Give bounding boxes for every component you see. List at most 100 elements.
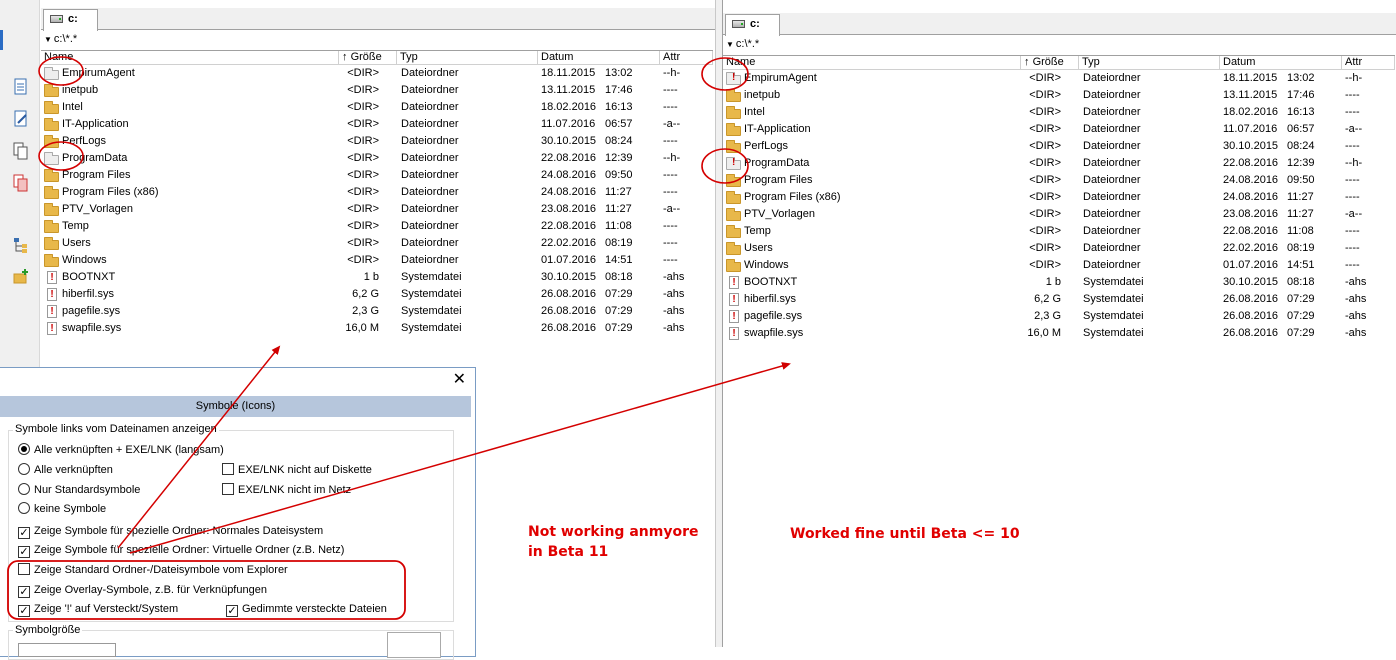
check-overlay-icons[interactable]: ✓ Zeige Overlay-Symbole, z.B. für Verknüp… xyxy=(18,583,267,599)
file-time: 12:39 xyxy=(605,152,633,164)
file-row[interactable]: ! BOOTNXT 1 b Systemdatei 30.10.2015 08:18 -ah… xyxy=(723,274,1395,291)
checkbox[interactable]: ✓ xyxy=(18,605,30,617)
file-row[interactable]: inetpub <DIR> Dateiordner 13.11.2015 17:46 --… xyxy=(723,87,1395,104)
file-list: ! EmpirumAgent <DIR> Dateiordner 18.11.2015 1… xyxy=(723,70,1395,342)
check-explorer-icons[interactable]: Zeige Standard Ordner-/Dateisymbole vom … xyxy=(18,563,288,579)
file-row[interactable]: Users <DIR> Dateiordner 22.02.2016 08:19 ---- xyxy=(723,240,1395,257)
radio-button[interactable] xyxy=(18,483,30,495)
file-row[interactable]: ! swapfile.sys 16,0 M Systemdatei 26.08.2016… xyxy=(723,325,1395,342)
chevron-down-icon[interactable]: ▼ xyxy=(44,35,52,44)
file-row[interactable]: IT-Application <DIR> Dateiordner 11.07.2016… xyxy=(41,116,713,133)
column-attr[interactable]: Attr xyxy=(660,51,713,65)
checkbox[interactable] xyxy=(222,483,234,495)
panel-separator[interactable] xyxy=(715,0,722,647)
file-row[interactable]: ! hiberfil.sys 6,2 G Systemdatei 26.08.2016 0… xyxy=(723,291,1395,308)
file-time: 07:29 xyxy=(605,322,633,334)
drive-tab[interactable]: c: xyxy=(43,9,98,31)
radio-standard-only[interactable]: Nur Standardsymbole xyxy=(18,483,140,499)
column-size[interactable]: ↑ Größe xyxy=(1021,56,1079,70)
check-exclamation-hidden[interactable]: ✓ Zeige '!' auf Versteckt/System xyxy=(18,602,178,618)
check-exe-not-floppy[interactable]: EXE/LNK nicht auf Diskette xyxy=(222,463,372,479)
radio-button[interactable] xyxy=(18,443,30,455)
column-name[interactable]: Name xyxy=(723,56,1021,70)
file-date: 26.08.2016 xyxy=(541,288,597,300)
file-attr: ---- xyxy=(663,254,678,266)
radio-button[interactable] xyxy=(18,502,30,514)
file-row[interactable]: Program Files (x86) <DIR> Dateiordner 24.08… xyxy=(41,184,713,201)
file-row[interactable]: Program Files <DIR> Dateiordner 24.08.2016 0… xyxy=(723,172,1395,189)
check-special-folders-fs[interactable]: ✓ Zeige Symbole für spezielle Ordner: Nor… xyxy=(18,524,323,540)
edit-document-icon[interactable] xyxy=(13,110,29,128)
file-row[interactable]: inetpub <DIR> Dateiordner 13.11.2015 17:46 --… xyxy=(41,82,713,99)
file-row[interactable]: Temp <DIR> Dateiordner 22.08.2016 11:08 ---- xyxy=(41,218,713,235)
check-exe-not-network[interactable]: EXE/LNK nicht im Netz xyxy=(222,483,351,499)
checkbox[interactable] xyxy=(222,463,234,475)
column-date[interactable]: Datum xyxy=(538,51,660,65)
file-attr: ---- xyxy=(1345,174,1360,186)
file-time: 17:46 xyxy=(1287,89,1315,101)
column-type[interactable]: Typ xyxy=(1079,56,1220,70)
column-size[interactable]: ↑ Größe xyxy=(339,51,397,65)
file-row[interactable]: ! swapfile.sys 16,0 M Systemdatei 26.08.2016… xyxy=(41,320,713,337)
checkbox[interactable] xyxy=(18,563,30,575)
file-row[interactable]: Intel <DIR> Dateiordner 18.02.2016 16:13 ---- xyxy=(41,99,713,116)
file-row[interactable]: ! hiberfil.sys 6,2 G Systemdatei 26.08.2016 0… xyxy=(41,286,713,303)
file-type: Dateiordner xyxy=(401,169,459,181)
symbol-size-field[interactable] xyxy=(18,643,116,657)
file-row[interactable]: PerfLogs <DIR> Dateiordner 30.10.2015 08:24 -… xyxy=(41,133,713,150)
drive-tab[interactable]: c: xyxy=(725,14,780,36)
file-row[interactable]: Intel <DIR> Dateiordner 18.02.2016 16:13 ---- xyxy=(723,104,1395,121)
new-folder-icon[interactable] xyxy=(13,268,29,286)
column-type[interactable]: Typ xyxy=(397,51,538,65)
close-icon[interactable]: ✕ xyxy=(453,372,466,388)
column-date[interactable]: Datum xyxy=(1220,56,1342,70)
file-row[interactable]: IT-Application <DIR> Dateiordner 11.07.2016… xyxy=(723,121,1395,138)
file-time: 11:27 xyxy=(605,186,632,198)
file-size: 2,3 G xyxy=(1034,310,1061,322)
file-date: 22.08.2016 xyxy=(1223,225,1279,237)
file-row[interactable]: PerfLogs <DIR> Dateiordner 30.10.2015 08:24 -… xyxy=(723,138,1395,155)
file-row[interactable]: EmpirumAgent <DIR> Dateiordner 18.11.2015 13… xyxy=(41,65,713,82)
file-row[interactable]: PTV_Vorlagen <DIR> Dateiordner 23.08.2016 11… xyxy=(41,201,713,218)
checkbox[interactable]: ✓ xyxy=(226,605,238,617)
file-row[interactable]: ! EmpirumAgent <DIR> Dateiordner 18.11.2015 1… xyxy=(723,70,1395,87)
file-type: Dateiordner xyxy=(401,254,459,266)
check-special-folders-virtual[interactable]: ✓ Zeige Symbole für spezielle Ordner: Vir… xyxy=(18,543,344,559)
column-name[interactable]: Name xyxy=(41,51,339,65)
check-dimmed-hidden[interactable]: ✓ Gedimmte versteckte Dateien xyxy=(226,602,387,618)
checkbox[interactable]: ✓ xyxy=(18,527,30,539)
path-bar[interactable]: ▼ c:\*.* xyxy=(41,33,77,49)
file-type: Dateiordner xyxy=(401,118,459,130)
file-row[interactable]: ! ProgramData <DIR> Dateiordner 22.08.2016 12… xyxy=(723,155,1395,172)
checkbox[interactable]: ✓ xyxy=(18,546,30,558)
file-row[interactable]: Users <DIR> Dateiordner 22.02.2016 08:19 ---- xyxy=(41,235,713,252)
folder-icon xyxy=(44,135,59,148)
checkbox[interactable]: ✓ xyxy=(18,586,30,598)
column-attr[interactable]: Attr xyxy=(1342,56,1395,70)
copy-icon[interactable] xyxy=(13,142,29,160)
file-row[interactable]: Temp <DIR> Dateiordner 22.08.2016 11:08 ---- xyxy=(723,223,1395,240)
file-row[interactable]: ! BOOTNXT 1 b Systemdatei 30.10.2015 08:18 -ah… xyxy=(41,269,713,286)
radio-no-symbols[interactable]: keine Symbole xyxy=(18,502,106,518)
file-row[interactable]: Program Files (x86) <DIR> Dateiordner 24.08… xyxy=(723,189,1395,206)
file-row[interactable]: PTV_Vorlagen <DIR> Dateiordner 23.08.2016 11… xyxy=(723,206,1395,223)
file-row[interactable]: Windows <DIR> Dateiordner 01.07.2016 14:51 --… xyxy=(723,257,1395,274)
checkbox-label: EXE/LNK nicht im Netz xyxy=(238,484,352,496)
file-row[interactable]: ! pagefile.sys 2,3 G Systemdatei 26.08.2016 0… xyxy=(723,308,1395,325)
radio-label: keine Symbole xyxy=(34,503,107,515)
file-row[interactable]: Program Files <DIR> Dateiordner 24.08.2016 0… xyxy=(41,167,713,184)
document-icon[interactable] xyxy=(13,78,29,96)
checkbox-label: Zeige Standard Ordner-/Dateisymbole vom … xyxy=(34,564,288,576)
radio-all-linked-exe[interactable]: Alle verknüpften + EXE/LNK (langsam) xyxy=(18,443,224,459)
radio-button[interactable] xyxy=(18,463,30,475)
file-row[interactable]: ProgramData <DIR> Dateiordner 22.08.2016 12:… xyxy=(41,150,713,167)
tree-icon[interactable] xyxy=(13,236,29,254)
path-bar[interactable]: ▼ c:\*.* xyxy=(723,38,759,54)
file-row[interactable]: ! pagefile.sys 2,3 G Systemdatei 26.08.2016 0… xyxy=(41,303,713,320)
chevron-down-icon[interactable]: ▼ xyxy=(726,40,734,49)
file-row[interactable]: Windows <DIR> Dateiordner 01.07.2016 14:51 --… xyxy=(41,252,713,269)
radio-all-linked[interactable]: Alle verknüpften xyxy=(18,463,113,479)
delete-document-icon[interactable] xyxy=(13,174,29,192)
annotation-worked-fine: Worked fine until Beta <= 10 xyxy=(790,526,1020,542)
file-time: 11:08 xyxy=(605,220,632,232)
